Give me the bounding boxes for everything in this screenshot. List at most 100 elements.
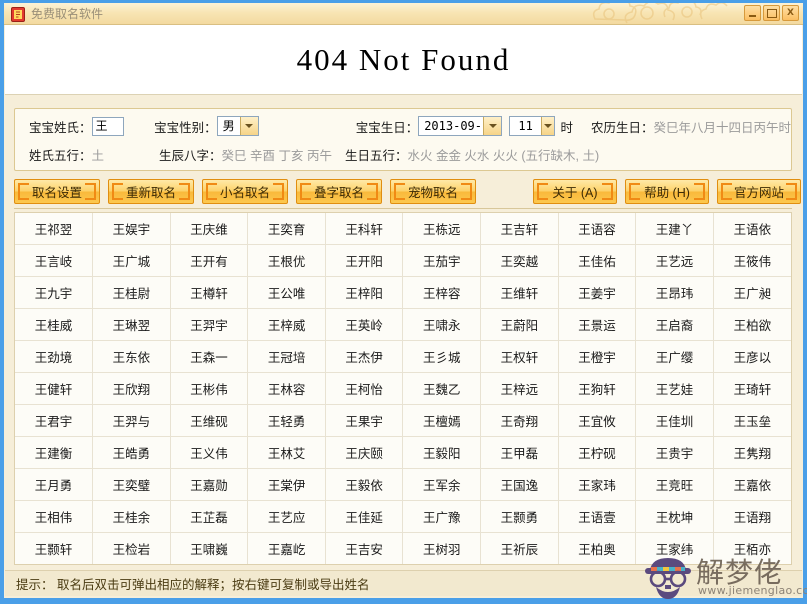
gender-select[interactable]: 男 <box>217 116 259 136</box>
name-cell[interactable]: 王筱伟 <box>713 245 791 277</box>
minimize-button[interactable] <box>744 5 761 21</box>
name-cell[interactable]: 王科轩 <box>325 213 403 245</box>
name-cell[interactable]: 王彦以 <box>713 341 791 373</box>
name-cell[interactable]: 王启裔 <box>636 309 714 341</box>
name-cell[interactable]: 王景运 <box>558 309 636 341</box>
name-cell[interactable]: 王庆维 <box>170 213 248 245</box>
name-cell[interactable]: 王英岭 <box>325 309 403 341</box>
name-cell[interactable]: 王梓容 <box>403 277 481 309</box>
birth-hour-select[interactable]: 11 <box>509 116 555 136</box>
name-cell[interactable]: 王奕越 <box>481 245 559 277</box>
name-cell[interactable]: 王语容 <box>558 213 636 245</box>
name-cell[interactable]: 王家玮 <box>558 469 636 501</box>
name-cell[interactable]: 王狗轩 <box>558 373 636 405</box>
name-cell[interactable]: 王琦轩 <box>713 373 791 405</box>
name-cell[interactable]: 王广缨 <box>636 341 714 373</box>
name-cell[interactable]: 王广豫 <box>403 501 481 533</box>
name-cell[interactable]: 王栋远 <box>403 213 481 245</box>
name-cell[interactable]: 王娱宇 <box>93 213 171 245</box>
name-cell[interactable]: 王军余 <box>403 469 481 501</box>
name-cell[interactable]: 王九宇 <box>15 277 93 309</box>
toolbar-button-6[interactable]: 帮助 (H) <box>625 179 709 204</box>
name-cell[interactable]: 王橙宇 <box>558 341 636 373</box>
surname-input[interactable]: 王 <box>92 117 125 136</box>
name-cell[interactable]: 王相伟 <box>15 501 93 533</box>
name-cell[interactable]: 王检岩 <box>93 533 171 565</box>
toolbar-button-4[interactable]: 宠物取名 <box>390 179 476 204</box>
name-cell[interactable]: 王皓勇 <box>93 437 171 469</box>
name-cell[interactable]: 王吉安 <box>325 533 403 565</box>
name-cell[interactable]: 王昂玮 <box>636 277 714 309</box>
name-cell[interactable]: 王奕城 <box>713 565 791 566</box>
name-cell[interactable]: 王柏欲 <box>713 309 791 341</box>
name-cell[interactable]: 王启玮 <box>325 565 403 566</box>
name-cell[interactable]: 王林艾 <box>248 437 326 469</box>
name-cell[interactable]: 王森一 <box>170 341 248 373</box>
toolbar-button-2[interactable]: 小名取名 <box>202 179 288 204</box>
toolbar-button-0[interactable]: 取名设置 <box>14 179 100 204</box>
name-cell[interactable]: 王奕璧 <box>93 469 171 501</box>
name-cell[interactable]: 王彬伟 <box>170 373 248 405</box>
name-cell[interactable]: 王桂余 <box>93 501 171 533</box>
name-cell[interactable]: 王毅阳 <box>403 437 481 469</box>
name-cell[interactable]: 王佳佑 <box>558 245 636 277</box>
chevron-down-icon[interactable] <box>541 117 555 135</box>
name-cell[interactable]: 王贵宇 <box>636 437 714 469</box>
name-cell[interactable]: 王柯怡 <box>325 373 403 405</box>
name-cell[interactable]: 王树羽 <box>403 533 481 565</box>
name-cell[interactable]: 王颢勇 <box>481 501 559 533</box>
toolbar-button-3[interactable]: 叠字取名 <box>296 179 382 204</box>
name-cell[interactable]: 王柠砚 <box>558 437 636 469</box>
name-cell[interactable]: 王广昶 <box>713 277 791 309</box>
close-button[interactable]: X <box>782 5 799 21</box>
toolbar-button-7[interactable]: 官方网站 <box>717 179 801 204</box>
name-cell[interactable]: 王祁翌 <box>15 213 93 245</box>
name-cell[interactable]: 王柏奥 <box>558 533 636 565</box>
name-cell[interactable]: 王言岐 <box>15 245 93 277</box>
name-cell[interactable]: 王奇翔 <box>481 405 559 437</box>
name-cell[interactable]: 王宜攸 <box>558 405 636 437</box>
name-cell[interactable]: 王建丫 <box>636 213 714 245</box>
name-cell[interactable]: 王梓远 <box>481 373 559 405</box>
name-cell[interactable]: 王嘉依 <box>713 469 791 501</box>
name-cell[interactable]: 王檀嫣 <box>403 405 481 437</box>
name-cell[interactable]: 王魏乙 <box>403 373 481 405</box>
name-cell[interactable]: 王劲境 <box>15 341 93 373</box>
name-cell[interactable]: 王乾增 <box>93 565 171 566</box>
name-cell[interactable]: 王权轩 <box>481 341 559 373</box>
name-cell[interactable]: 王凯于 <box>248 565 326 566</box>
name-cell[interactable]: 王嘉屹 <box>248 533 326 565</box>
name-cell[interactable]: 王艺远 <box>636 245 714 277</box>
name-cell[interactable]: 王毅依 <box>325 469 403 501</box>
name-cell[interactable]: 王语依 <box>713 213 791 245</box>
name-cell[interactable]: 王蔚阳 <box>481 309 559 341</box>
name-cell[interactable]: 王彡城 <box>403 341 481 373</box>
name-cell[interactable]: 王月勇 <box>15 469 93 501</box>
name-cell[interactable]: 王家纬 <box>636 533 714 565</box>
name-cell[interactable]: 王姜宇 <box>558 277 636 309</box>
name-cell[interactable]: 王啸永 <box>403 309 481 341</box>
name-cell[interactable]: 王义伟 <box>170 437 248 469</box>
name-cell[interactable]: 王东依 <box>93 341 171 373</box>
name-cell[interactable]: 王樽轩 <box>170 277 248 309</box>
name-cell[interactable]: 王佳圳 <box>636 405 714 437</box>
name-cell[interactable]: 王艺娃 <box>636 373 714 405</box>
name-cell[interactable]: 王嘉勋 <box>170 469 248 501</box>
name-cell[interactable]: 王玉远 <box>15 565 93 566</box>
name-cell[interactable]: 王羿与 <box>93 405 171 437</box>
name-cell[interactable]: 王杰伊 <box>325 341 403 373</box>
name-cell[interactable]: 王国逸 <box>481 469 559 501</box>
name-cell[interactable]: 王广城 <box>93 245 171 277</box>
name-cell[interactable]: 王根优 <box>248 245 326 277</box>
name-cell[interactable]: 王君宇 <box>15 405 93 437</box>
name-cell[interactable]: 王林容 <box>248 373 326 405</box>
name-cell[interactable]: 王庆颐 <box>325 437 403 469</box>
name-cell[interactable]: 王开辰 <box>636 565 714 566</box>
name-cell[interactable]: 王梓威 <box>248 309 326 341</box>
chevron-down-icon[interactable] <box>240 117 258 135</box>
name-cell[interactable]: 王栢亦 <box>713 533 791 565</box>
chevron-down-icon[interactable] <box>483 117 501 135</box>
name-cell[interactable]: 王景阳 <box>403 565 481 566</box>
name-cell[interactable]: 王艺应 <box>248 501 326 533</box>
name-cell[interactable]: 王开有 <box>170 245 248 277</box>
